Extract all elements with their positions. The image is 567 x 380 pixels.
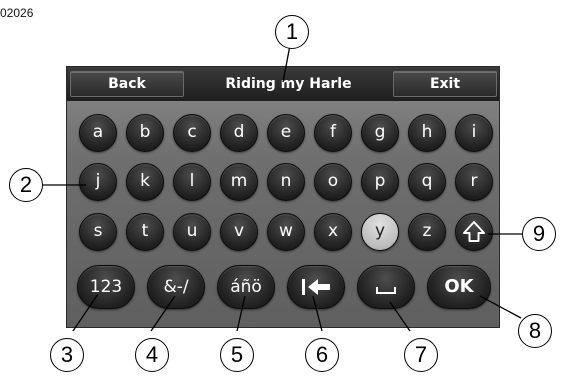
key-q[interactable]: q [408,163,446,201]
callout-6: 6 [305,338,339,372]
keyboard-screen: Back Riding my Harle Exit a b c d e f g … [66,66,500,328]
ok-button[interactable]: OK [427,265,491,309]
key-i[interactable]: i [455,114,493,152]
shift-up-arrow-icon [463,221,485,242]
key-n[interactable]: n [267,163,305,201]
key-b[interactable]: b [126,114,164,152]
key-h[interactable]: h [408,114,446,152]
backspace-key[interactable] [287,265,345,309]
key-u[interactable]: u [173,213,211,251]
key-j[interactable]: j [79,163,117,201]
key-a[interactable]: a [79,114,117,152]
callout-8: 8 [518,314,552,348]
key-e[interactable]: e [267,114,305,152]
callout-3: 3 [50,338,84,372]
key-z[interactable]: z [408,213,446,251]
text-entry-field[interactable]: Riding my Harle [188,71,389,97]
key-v[interactable]: v [220,213,258,251]
back-button[interactable]: Back [70,71,184,97]
key-p[interactable]: p [361,163,399,201]
key-x[interactable]: x [314,213,352,251]
callout-7: 7 [404,338,438,372]
key-l[interactable]: l [173,163,211,201]
callout-4: 4 [135,338,169,372]
callout-5: 5 [220,338,254,372]
key-d[interactable]: d [220,114,258,152]
space-key[interactable] [357,265,415,309]
backspace-arrow-icon [302,279,330,295]
callout-9: 9 [522,217,556,251]
top-bar: Back Riding my Harle Exit [67,67,499,101]
key-y-highlighted[interactable]: y [361,213,399,251]
key-g[interactable]: g [361,114,399,152]
key-r[interactable]: r [455,163,493,201]
key-t[interactable]: t [126,213,164,251]
exit-button[interactable]: Exit [393,71,497,97]
numbers-key[interactable]: 123 [77,265,135,309]
key-w[interactable]: w [267,213,305,251]
key-f[interactable]: f [314,114,352,152]
key-m[interactable]: m [220,163,258,201]
shift-key[interactable] [455,213,493,251]
callout-2: 2 [9,168,43,202]
key-c[interactable]: c [173,114,211,152]
space-bar-icon [376,287,396,294]
accents-key[interactable]: áñö [217,265,275,309]
key-k[interactable]: k [126,163,164,201]
figure-id: 02026 [0,6,34,20]
callout-1: 1 [275,15,309,49]
key-o[interactable]: o [314,163,352,201]
symbols-key[interactable]: &-/ [147,265,205,309]
key-s[interactable]: s [79,213,117,251]
